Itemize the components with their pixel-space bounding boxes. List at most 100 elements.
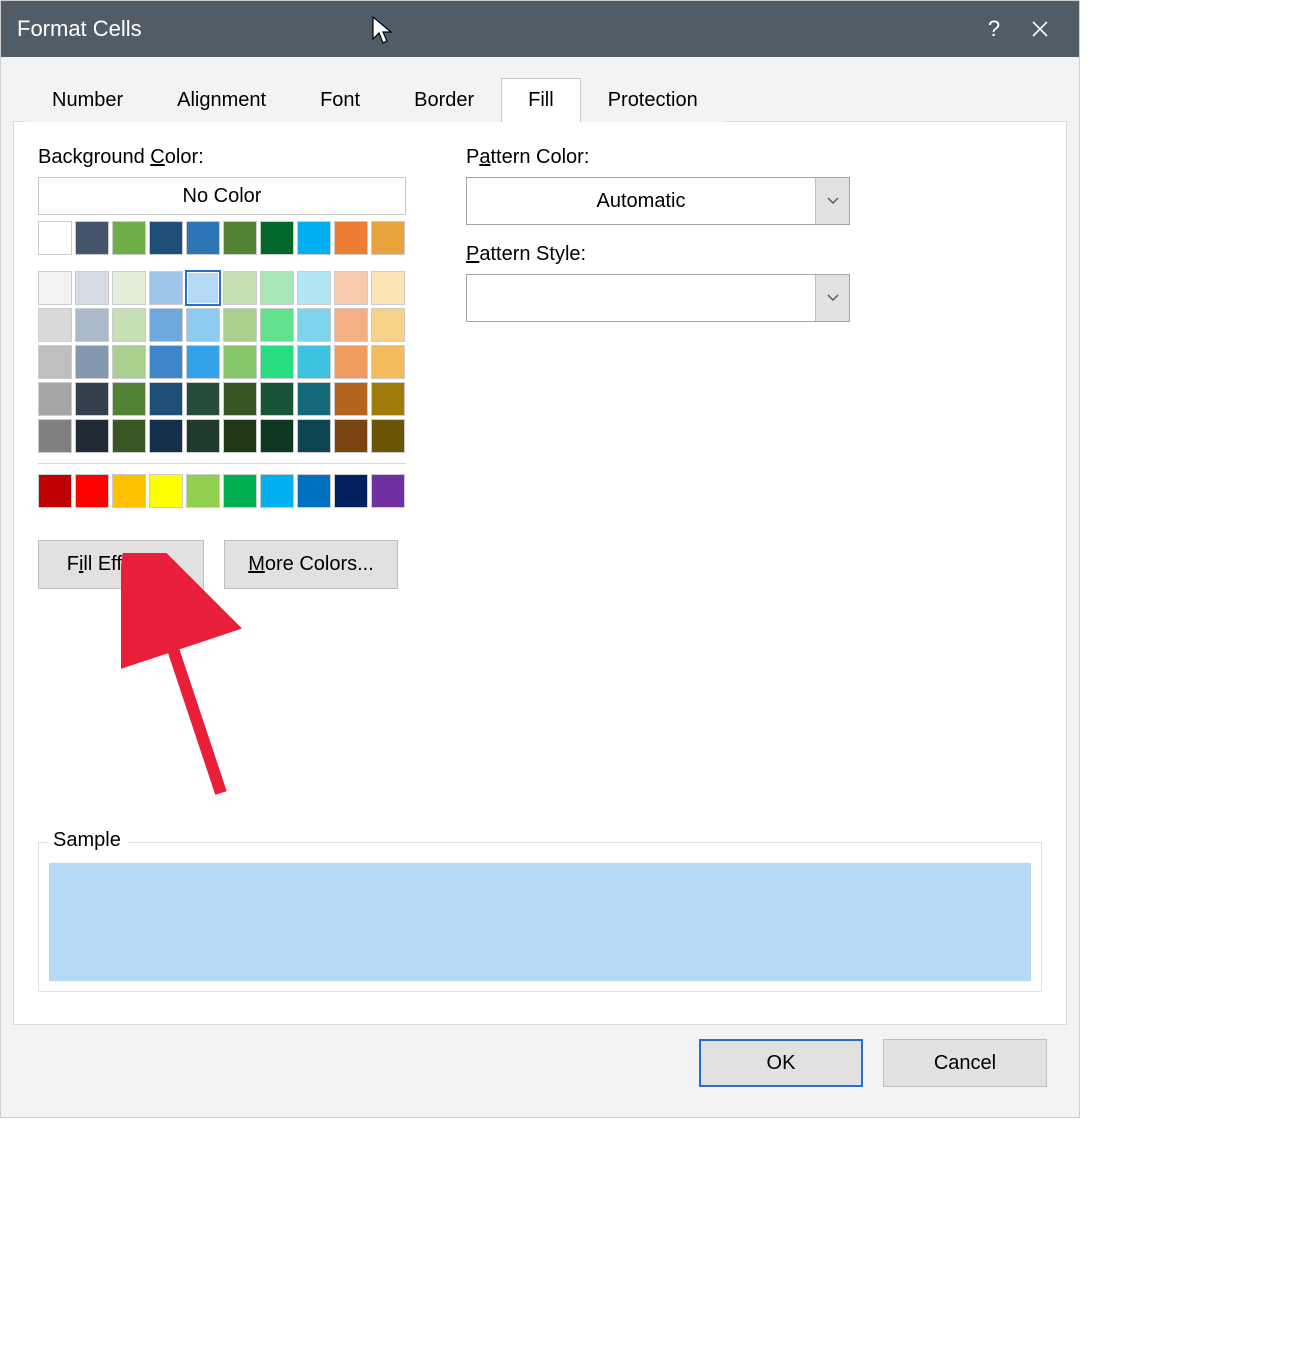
- color-swatch[interactable]: [260, 382, 294, 416]
- close-icon: [1032, 21, 1048, 37]
- color-swatch[interactable]: [38, 271, 72, 305]
- pattern-style-combo[interactable]: [466, 274, 850, 322]
- color-divider: [38, 463, 406, 464]
- color-swatch[interactable]: [75, 308, 109, 342]
- color-swatch[interactable]: [112, 345, 146, 379]
- color-swatch[interactable]: [297, 271, 331, 305]
- color-swatch[interactable]: [75, 382, 109, 416]
- color-swatch[interactable]: [75, 474, 109, 508]
- color-swatch[interactable]: [223, 345, 257, 379]
- tab-number[interactable]: Number: [25, 78, 150, 122]
- color-swatch[interactable]: [334, 345, 368, 379]
- color-swatch[interactable]: [112, 382, 146, 416]
- color-swatch[interactable]: [260, 419, 294, 453]
- color-swatch[interactable]: [334, 382, 368, 416]
- color-swatch[interactable]: [112, 221, 146, 255]
- color-swatch[interactable]: [223, 474, 257, 508]
- color-swatch[interactable]: [186, 308, 220, 342]
- color-swatch[interactable]: [297, 221, 331, 255]
- no-color-button[interactable]: No Color: [38, 177, 406, 215]
- color-swatch[interactable]: [112, 271, 146, 305]
- color-swatch[interactable]: [223, 382, 257, 416]
- color-swatch[interactable]: [186, 419, 220, 453]
- color-swatch[interactable]: [75, 221, 109, 255]
- color-swatch[interactable]: [371, 419, 405, 453]
- color-swatch[interactable]: [371, 474, 405, 508]
- tab-font[interactable]: Font: [293, 78, 387, 122]
- tabs: NumberAlignmentFontBorderFillProtection: [25, 69, 1067, 121]
- color-swatch[interactable]: [38, 308, 72, 342]
- color-swatch[interactable]: [149, 308, 183, 342]
- color-swatch[interactable]: [38, 221, 72, 255]
- color-swatch[interactable]: [186, 474, 220, 508]
- tab-protection[interactable]: Protection: [581, 78, 725, 122]
- color-swatch[interactable]: [334, 419, 368, 453]
- dialog-body: NumberAlignmentFontBorderFillProtection …: [1, 57, 1079, 1117]
- color-swatch[interactable]: [149, 382, 183, 416]
- color-swatch[interactable]: [260, 221, 294, 255]
- color-swatch[interactable]: [223, 419, 257, 453]
- color-swatch[interactable]: [75, 271, 109, 305]
- sample-label: Sample: [47, 829, 127, 852]
- color-swatch[interactable]: [260, 308, 294, 342]
- color-swatch[interactable]: [149, 271, 183, 305]
- dialog-footer: OK Cancel: [13, 1025, 1067, 1105]
- pattern-color-combo[interactable]: Automatic: [466, 177, 850, 225]
- pattern-color-label: Pattern Color:: [466, 146, 850, 169]
- title-bar: Format Cells ?: [1, 1, 1079, 57]
- close-button[interactable]: [1017, 6, 1063, 52]
- color-swatch[interactable]: [112, 308, 146, 342]
- color-swatch[interactable]: [371, 271, 405, 305]
- color-swatch[interactable]: [297, 474, 331, 508]
- color-swatch[interactable]: [334, 221, 368, 255]
- color-swatch[interactable]: [260, 345, 294, 379]
- background-color-column: Background Color: No Color Fill Effects.…: [38, 138, 406, 589]
- color-swatch[interactable]: [75, 345, 109, 379]
- pattern-column: Pattern Color: Automatic Pattern Style:: [466, 138, 850, 589]
- color-swatch[interactable]: [297, 345, 331, 379]
- color-swatch[interactable]: [260, 474, 294, 508]
- color-swatch[interactable]: [334, 271, 368, 305]
- fill-effects-button[interactable]: Fill Effects...: [38, 540, 204, 589]
- help-button[interactable]: ?: [971, 6, 1017, 52]
- color-swatch[interactable]: [223, 271, 257, 305]
- color-swatch[interactable]: [149, 221, 183, 255]
- cancel-button[interactable]: Cancel: [883, 1039, 1047, 1087]
- color-swatch[interactable]: [75, 419, 109, 453]
- pattern-color-value: Automatic: [467, 178, 815, 224]
- tab-border[interactable]: Border: [387, 78, 501, 122]
- color-swatch[interactable]: [297, 382, 331, 416]
- color-swatch[interactable]: [371, 382, 405, 416]
- color-swatch[interactable]: [149, 474, 183, 508]
- color-swatch[interactable]: [186, 271, 220, 305]
- color-swatch[interactable]: [186, 382, 220, 416]
- color-swatch[interactable]: [371, 308, 405, 342]
- sample-section: Sample: [38, 842, 1042, 992]
- cursor-icon: [371, 15, 395, 45]
- color-swatch[interactable]: [38, 382, 72, 416]
- color-swatch[interactable]: [297, 419, 331, 453]
- color-swatch[interactable]: [38, 419, 72, 453]
- color-swatch[interactable]: [112, 419, 146, 453]
- color-swatch[interactable]: [260, 271, 294, 305]
- color-swatch[interactable]: [334, 474, 368, 508]
- more-colors-button[interactable]: More Colors...: [224, 540, 398, 589]
- tab-fill[interactable]: Fill: [501, 78, 581, 122]
- color-swatch[interactable]: [38, 474, 72, 508]
- color-swatch[interactable]: [223, 221, 257, 255]
- color-swatch[interactable]: [38, 345, 72, 379]
- ok-button[interactable]: OK: [699, 1039, 863, 1087]
- color-swatch[interactable]: [223, 308, 257, 342]
- background-color-label: Background Color:: [38, 146, 406, 169]
- color-swatch[interactable]: [371, 345, 405, 379]
- color-swatch[interactable]: [149, 345, 183, 379]
- tab-alignment[interactable]: Alignment: [150, 78, 293, 122]
- tab-panel-fill: Background Color: No Color Fill Effects.…: [13, 121, 1067, 1025]
- color-swatch[interactable]: [112, 474, 146, 508]
- color-swatch[interactable]: [371, 221, 405, 255]
- color-swatch[interactable]: [186, 221, 220, 255]
- color-swatch[interactable]: [186, 345, 220, 379]
- color-swatch[interactable]: [334, 308, 368, 342]
- color-swatch[interactable]: [297, 308, 331, 342]
- color-swatch[interactable]: [149, 419, 183, 453]
